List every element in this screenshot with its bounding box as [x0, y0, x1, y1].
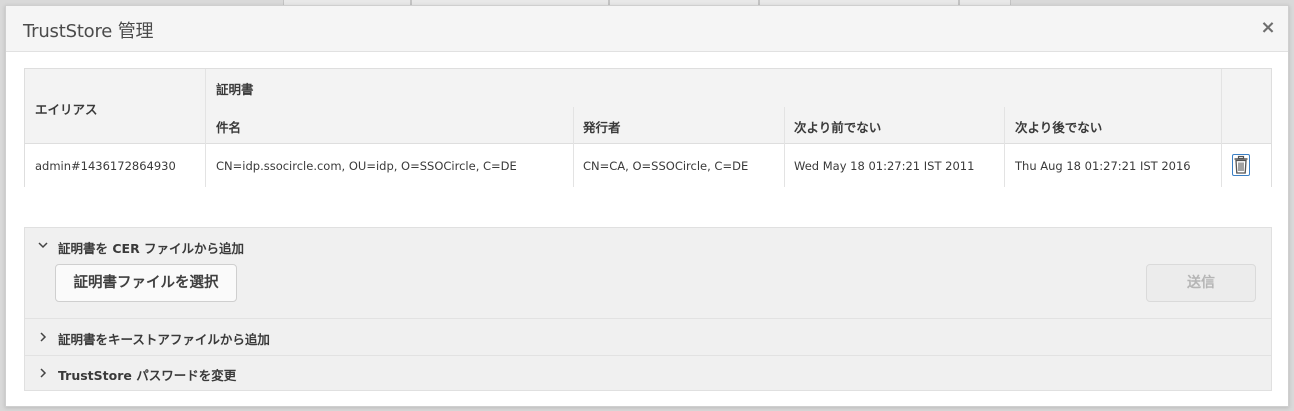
chevron-down-icon [38, 242, 48, 249]
table-row[interactable]: admin#1436172864930 CN=idp.ssocircle.com… [25, 144, 1271, 187]
column-divider [1221, 144, 1222, 187]
column-header-not-after: 次より後でない [1015, 120, 1103, 135]
accordion-label-password: TrustStore パスワードを変更 [58, 368, 237, 383]
column-divider [1004, 144, 1005, 187]
trash-icon [1234, 155, 1248, 174]
truststore-dialog: TrustStore 管理 × エイリアス 証明書 件名 発行者 次より前でない… [5, 5, 1289, 407]
dialog-title: TrustStore 管理 [23, 21, 154, 42]
chevron-right-icon [40, 368, 47, 378]
cell-alias: admin#1436172864930 [35, 159, 176, 173]
column-divider [784, 107, 785, 144]
close-button[interactable]: × [1258, 18, 1278, 38]
submit-button[interactable]: 送信 [1146, 264, 1256, 302]
cell-issuer: CN=CA, O=SSOCircle, C=DE [583, 159, 749, 173]
cell-subject: CN=idp.ssocircle.com, OU=idp, O=SSOCircl… [216, 159, 517, 173]
column-header-alias: エイリアス [35, 102, 98, 117]
accordion-label-keystore: 証明書をキーストアファイルから追加 [58, 332, 270, 347]
import-accordion: 証明書を CER ファイルから追加 証明書ファイルを選択 送信 証明書をキースト… [24, 227, 1272, 391]
column-divider [573, 107, 574, 144]
delete-button[interactable] [1232, 154, 1250, 176]
accordion-section-cer[interactable]: 証明書を CER ファイルから追加 証明書ファイルを選択 送信 [25, 228, 1271, 318]
cell-not-before: Wed May 18 01:27:21 IST 2011 [794, 159, 975, 173]
column-divider [784, 144, 785, 187]
certificate-table: エイリアス 証明書 件名 発行者 次より前でない 次より後でない admin#1… [24, 68, 1272, 187]
table-header: エイリアス 証明書 件名 発行者 次より前でない 次より後でない [25, 69, 1271, 144]
accordion-section-password[interactable]: TrustStore パスワードを変更 [25, 356, 1271, 391]
cell-not-after: Thu Aug 18 01:27:21 IST 2016 [1015, 159, 1191, 173]
dialog-header: TrustStore 管理 × [6, 6, 1288, 52]
column-divider [573, 144, 574, 187]
column-divider [205, 144, 206, 187]
column-header-issuer: 発行者 [583, 120, 621, 135]
column-divider [205, 69, 206, 144]
column-divider [1221, 69, 1222, 144]
column-header-subject: 件名 [216, 120, 242, 135]
select-certificate-file-button[interactable]: 証明書ファイルを選択 [55, 264, 237, 302]
chevron-right-icon [40, 332, 47, 342]
column-divider [1004, 107, 1005, 144]
accordion-section-keystore[interactable]: 証明書をキーストアファイルから追加 [25, 319, 1271, 355]
accordion-label-cer: 証明書を CER ファイルから追加 [58, 241, 245, 256]
column-header-not-before: 次より前でない [794, 120, 882, 135]
column-group-certificate: 証明書 [216, 82, 254, 97]
